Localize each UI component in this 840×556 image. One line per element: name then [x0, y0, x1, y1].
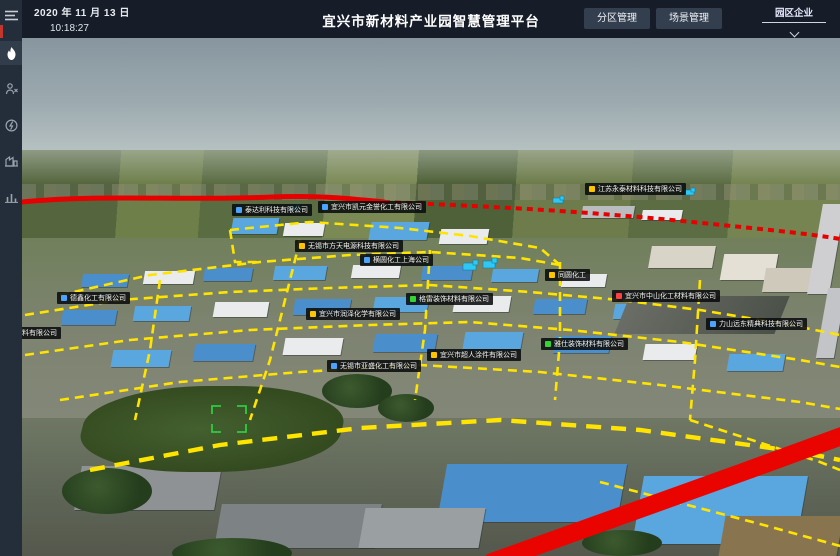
- company-label-text: 宜兴市超人涂件有限公司: [440, 350, 517, 360]
- worker-icon[interactable]: [0, 77, 22, 101]
- scene-management-button[interactable]: 场景管理: [656, 8, 722, 29]
- company-marker-icon: [410, 296, 416, 302]
- chevron-down-icon: [789, 28, 799, 38]
- company-label[interactable]: 市图联科材料有限公司: [22, 327, 61, 339]
- company-label-text: 无锡市方天电源科技有限公司: [308, 241, 399, 251]
- company-label-text: 横圆化工上海公司: [373, 255, 429, 265]
- company-label-text: 宜兴市中山化工材料有限公司: [625, 291, 716, 301]
- company-marker-icon: [61, 295, 67, 301]
- company-labels-layer: 泰达利科技有限公司 宜兴市凯元金誉化工有限公司无锡市方天电源科技有限公司横圆化工上…: [22, 38, 840, 556]
- company-label[interactable]: 力山远东精典科技有限公司: [706, 318, 807, 330]
- company-marker-icon: [431, 352, 437, 358]
- company-marker-icon: [545, 341, 551, 347]
- zone-management-button[interactable]: 分区管理: [584, 8, 650, 29]
- header-bar: 2020 年 11 月 13 日 10:18:27 宜兴市新材料产业园智慧管理平…: [22, 0, 840, 38]
- company-label-text: 江苏永泰材料科技有限公司: [598, 184, 682, 194]
- park-enterprise-dropdown[interactable]: 园区企业: [762, 5, 826, 41]
- company-marker-icon: [589, 186, 595, 192]
- factory-icon[interactable]: [0, 149, 22, 173]
- company-marker-icon: [299, 243, 305, 249]
- smart-park-platform: 2020 年 11 月 13 日 10:18:27 宜兴市新材料产业园智慧管理平…: [0, 0, 840, 556]
- company-label[interactable]: 横圆化工上海公司: [360, 254, 433, 266]
- company-label-text: 宜兴市凯元金誉化工有限公司: [331, 202, 422, 212]
- company-label[interactable]: 无锡市方天电源科技有限公司: [295, 240, 403, 252]
- company-label[interactable]: 雅仕装饰材料有限公司: [541, 338, 628, 350]
- menu-icon[interactable]: [0, 3, 22, 27]
- company-marker-icon: [310, 311, 316, 317]
- company-label[interactable]: 宜兴市超人涂件有限公司: [427, 349, 521, 361]
- company-label-text: 格雷装饰材料有限公司: [419, 294, 489, 304]
- company-label-text: 市图联科材料有限公司: [22, 328, 57, 338]
- flame-icon[interactable]: [0, 41, 22, 65]
- company-label-text: 德鑫化工有限公司: [70, 293, 126, 303]
- sidebar: [0, 0, 22, 556]
- company-label[interactable]: 宜兴市凯元金誉化工有限公司: [318, 201, 426, 213]
- company-marker-icon: [322, 204, 328, 210]
- company-label[interactable]: 宜兴市中山化工材料有限公司: [612, 290, 720, 302]
- company-marker-icon: [710, 321, 716, 327]
- company-marker-icon: [616, 293, 622, 299]
- company-label[interactable]: 格雷装饰材料有限公司: [406, 293, 493, 305]
- company-label[interactable]: 江苏永泰材料科技有限公司: [585, 183, 686, 195]
- company-marker-icon: [549, 272, 555, 278]
- company-label-text: 无锡市亚盛化工有限公司: [340, 361, 417, 371]
- company-label[interactable]: 宜兴市润泽化学有限公司: [306, 308, 400, 320]
- company-label-text: 雅仕装饰材料有限公司: [554, 339, 624, 349]
- company-label[interactable]: 同圆化工: [545, 269, 590, 281]
- company-marker-icon: [331, 363, 337, 369]
- company-label-text: 泰达利科技有限公司: [245, 205, 308, 215]
- company-label[interactable]: 德鑫化工有限公司: [57, 292, 130, 304]
- company-label[interactable]: 无锡市亚盛化工有限公司: [327, 360, 421, 372]
- company-label-text: 宜兴市润泽化学有限公司: [319, 309, 396, 319]
- map-3d-viewport[interactable]: 泰达利科技有限公司 宜兴市凯元金誉化工有限公司无锡市方天电源科技有限公司横圆化工上…: [22, 38, 840, 556]
- company-label-text: 同圆化工: [558, 270, 586, 280]
- bar-chart-icon[interactable]: [0, 185, 22, 209]
- company-marker-icon: [236, 207, 242, 213]
- sidebar-alert-stripe: [0, 25, 3, 38]
- company-label-text: 力山远东精典科技有限公司: [719, 319, 803, 329]
- power-globe-icon[interactable]: [0, 113, 22, 137]
- park-enterprise-label: 园区企业: [762, 5, 826, 23]
- company-marker-icon: [364, 257, 370, 263]
- company-label[interactable]: 泰达利科技有限公司: [232, 204, 312, 216]
